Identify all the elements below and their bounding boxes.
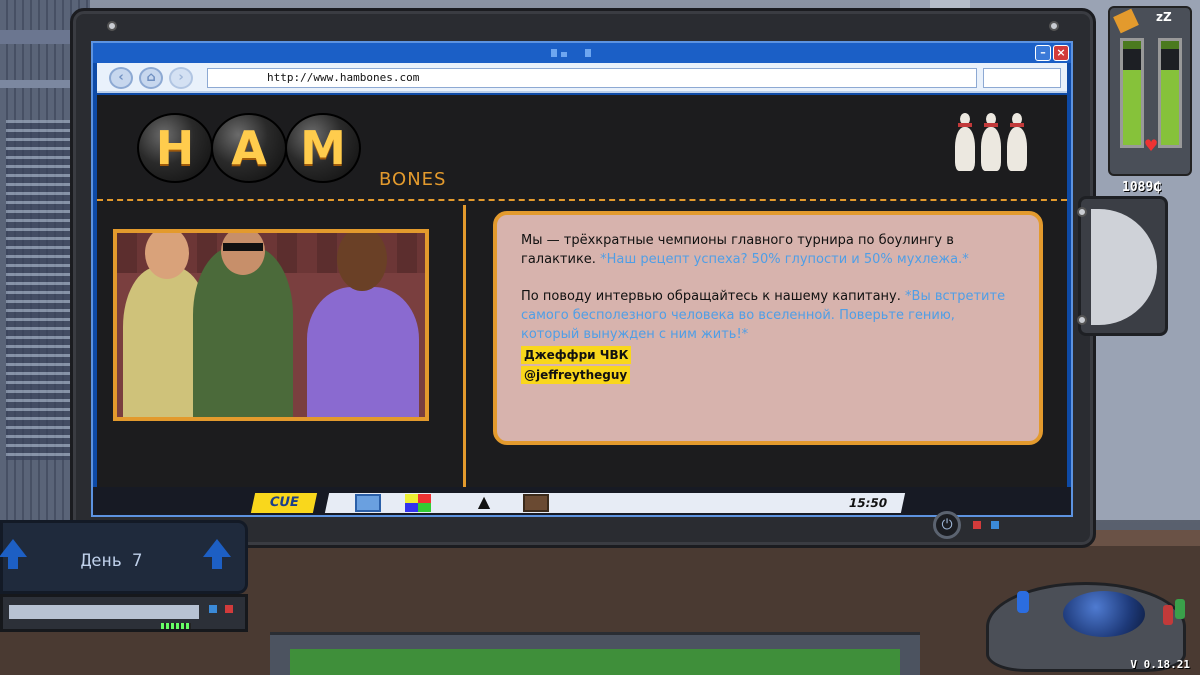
- game-scene: – × ‹ ⌂ › http://www.hambones.com H A M …: [0, 0, 1200, 675]
- url-text: http://www.hambones.com: [267, 71, 420, 84]
- gauge-left-fill: [1123, 70, 1141, 145]
- forward-arrow-icon[interactable]: ›: [169, 67, 193, 89]
- titlebar-marks: [551, 49, 591, 57]
- screw-icon: [1077, 207, 1087, 217]
- taskbar-clock: 15:50: [830, 493, 906, 513]
- screw-icon: [1077, 315, 1087, 325]
- window-titlebar[interactable]: – ×: [93, 43, 1071, 63]
- screw-icon: [1049, 21, 1059, 31]
- device-led-blue: [209, 605, 217, 613]
- captain-handle[interactable]: @jeffreytheguy: [521, 366, 631, 384]
- logo-letter: A: [211, 113, 287, 183]
- sleep-icon: zZ: [1156, 10, 1172, 24]
- screw-icon: [107, 21, 117, 31]
- bowling-pin-icon: [1007, 113, 1027, 171]
- minimize-button[interactable]: –: [1035, 45, 1051, 61]
- gauge-left: [1120, 38, 1144, 148]
- gauge-left-cap: [1123, 41, 1141, 49]
- browser-window: – × ‹ ⌂ › http://www.hambones.com H A M …: [91, 41, 1073, 517]
- trackball-ball[interactable]: [1063, 591, 1145, 637]
- version-label: V 0.18.21: [1130, 658, 1190, 671]
- desk-display: [270, 632, 920, 675]
- start-label: CUE: [268, 495, 301, 510]
- logo-letter: M: [285, 113, 361, 183]
- blue-button[interactable]: [1017, 591, 1029, 613]
- address-bar-end[interactable]: [983, 68, 1061, 88]
- gauge-right-cap: [1161, 41, 1179, 49]
- search-icon[interactable]: [523, 494, 549, 512]
- warning-icon[interactable]: ▲: [471, 494, 497, 512]
- bio-quote: *Наш рецепт успеха? 50% глупости и 50% м…: [600, 252, 969, 267]
- green-button[interactable]: [1175, 599, 1185, 619]
- web-page: H A M BONES Мы — трёхкратные чемпионы гл…: [97, 95, 1067, 487]
- hud-panel: zZ ♥: [1108, 6, 1192, 176]
- bio-paragraph-2: По поводу интервью обращайтесь к нашему …: [521, 287, 1015, 344]
- device-strip: [9, 605, 199, 619]
- team-photo: [113, 229, 429, 421]
- home-icon[interactable]: ⌂: [139, 67, 163, 89]
- captain-name[interactable]: Джеффри ЧВК: [521, 346, 632, 364]
- speaker-grill: [1091, 209, 1157, 325]
- mail-icon[interactable]: [355, 494, 381, 512]
- column-divider: [463, 205, 466, 487]
- status-led-red: [973, 521, 981, 529]
- device-unit: [0, 594, 248, 632]
- gauge-right-fill: [1161, 70, 1179, 145]
- credits-counter: 1089₵: [1122, 180, 1162, 195]
- bowling-pin-icon: [955, 113, 975, 171]
- power-icon[interactable]: ⏻: [933, 511, 961, 539]
- device-led-red: [225, 605, 233, 613]
- heart-icon: ♥: [1143, 136, 1159, 155]
- day-panel: День 7: [0, 520, 248, 594]
- bio-paragraph-1: Мы — трёхкратные чемпионы главного турни…: [521, 231, 1015, 269]
- close-button[interactable]: ×: [1053, 45, 1069, 61]
- computer-monitor: – × ‹ ⌂ › http://www.hambones.com H A M …: [70, 8, 1096, 548]
- status-led-blue: [991, 521, 999, 529]
- gauge-right: [1158, 38, 1182, 148]
- logo-letter: H: [137, 113, 213, 183]
- team-member-sunglasses: [193, 233, 293, 417]
- day-label: День 7: [81, 551, 143, 571]
- arrow-up-icon[interactable]: [203, 539, 231, 569]
- food-icon: [1113, 8, 1139, 34]
- palette-icon[interactable]: [405, 494, 431, 512]
- bowling-pin-icon: [981, 113, 1001, 171]
- red-button[interactable]: [1163, 605, 1173, 625]
- arrow-up-icon[interactable]: [0, 539, 27, 569]
- speaker: [1077, 196, 1168, 336]
- bio-contact: По поводу интервью обращайтесь к нашему …: [521, 289, 901, 304]
- start-button[interactable]: CUE: [250, 493, 318, 513]
- desk-display-screen: [290, 649, 900, 675]
- taskbar: CUE ▲ 15:50: [93, 487, 1071, 515]
- browser-toolbar: ‹ ⌂ › http://www.hambones.com: [97, 63, 1067, 93]
- bio-card: Мы — трёхкратные чемпионы главного турни…: [493, 211, 1043, 445]
- header-divider: [97, 199, 1067, 201]
- back-arrow-icon[interactable]: ‹: [109, 67, 133, 89]
- team-member-purple: [307, 233, 419, 417]
- logo-subtitle: BONES: [379, 169, 447, 190]
- device-lights: [161, 623, 191, 629]
